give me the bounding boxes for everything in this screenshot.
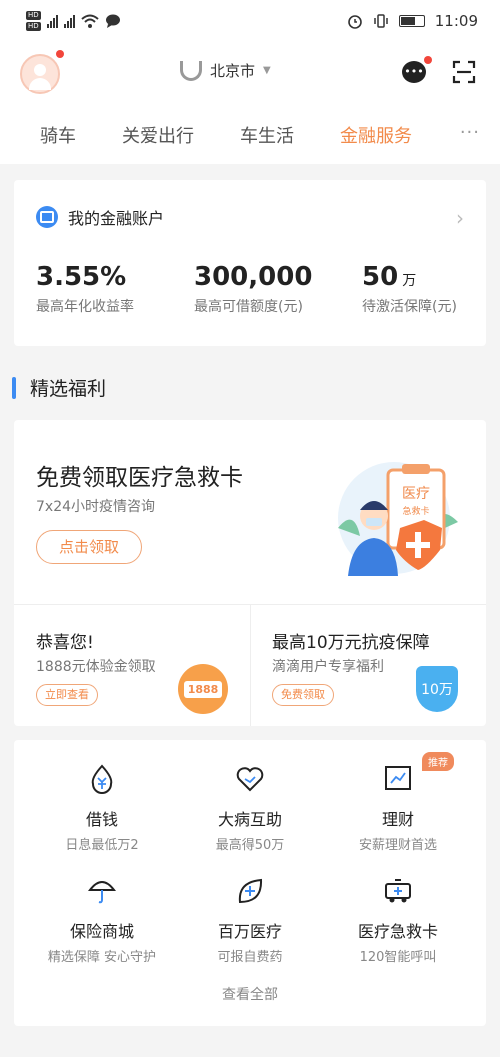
medical-card-illustration: 医疗 急救卡: [338, 462, 458, 576]
category-tabs: 骑车 关爱出行 车生活 金融服务 ···: [0, 106, 500, 164]
signal-icon: [46, 14, 58, 28]
avatar[interactable]: [20, 54, 60, 94]
hd-icons: HD HD: [26, 11, 41, 31]
stat-label: 待激活保障(元): [362, 299, 457, 315]
chat-notification-icon: [105, 14, 120, 28]
stat-value: 300,000: [194, 262, 313, 292]
app-header: 北京市 ▼ •••: [0, 42, 500, 106]
umbrella-icon: [87, 881, 117, 904]
message-notification-dot: [424, 56, 432, 64]
more-icon[interactable]: ···: [460, 122, 480, 143]
service-desc: 最高得50万: [215, 838, 285, 853]
welfare-card: 免费领取医疗急救卡 7x24小时疫情咨询 点击领取 医疗 急救卡 恭喜您! 18…: [14, 420, 486, 726]
service-insurance-mall[interactable]: 保险商城 精选保障 安心守护: [24, 876, 180, 965]
badge-label: 1888: [183, 680, 223, 698]
service-name: 医疗急救卡: [357, 922, 438, 941]
stat-credit: 300,000 最高可借额度(元): [194, 262, 312, 316]
tab-riding[interactable]: 骑车: [40, 122, 76, 148]
tab-finance[interactable]: 金融服务: [340, 122, 412, 148]
offer-title: 恭喜您!: [36, 633, 94, 653]
view-now-button[interactable]: 立即查看: [36, 684, 98, 706]
divider: [250, 604, 251, 726]
heart-hands-icon: [236, 767, 264, 792]
stat-value: 3.55%: [36, 262, 127, 292]
stat-value: 50: [362, 262, 399, 292]
stat-protection: 50 万 待激活保障(元): [362, 262, 457, 316]
battery-icon: [398, 15, 425, 27]
network-indicators: HD HD: [26, 11, 121, 31]
illustration-sublabel: 急救卡: [402, 505, 429, 516]
badge-label: 10万: [421, 682, 453, 698]
finance-account-card[interactable]: 我的金融账户 › 3.55% 最高年化收益率 300,000 最高可借额度(元)…: [14, 180, 486, 346]
scan-icon[interactable]: [452, 60, 476, 84]
tab-care-travel[interactable]: 关爱出行: [122, 122, 194, 148]
service-desc: 可报自费药: [217, 950, 283, 965]
signal-icon: [63, 14, 75, 28]
message-icon[interactable]: •••: [402, 61, 426, 83]
section-marker: [12, 376, 16, 399]
tab-car-life[interactable]: 车生活: [240, 122, 294, 148]
status-bar: HD HD 11:09: [0, 0, 500, 42]
city-selector[interactable]: 北京市 ▼: [180, 60, 271, 81]
stat-label: 最高年化收益率: [36, 299, 134, 315]
service-mutual-aid[interactable]: 大病互助 最高得50万: [172, 764, 328, 853]
welfare-main-subtitle: 7x24小时疫情咨询: [36, 499, 156, 515]
free-claim-button[interactable]: 免费领取: [272, 684, 334, 706]
service-name: 大病互助: [217, 810, 282, 829]
caret-down-icon: ▼: [263, 65, 271, 76]
ambulance-icon: [385, 879, 411, 903]
stat-unit: 万: [402, 273, 417, 289]
city-label: 北京市: [210, 62, 256, 80]
stat-label: 最高可借额度(元): [194, 299, 303, 315]
section-title-text: 精选福利: [30, 378, 107, 400]
money-drop-icon: [91, 764, 113, 794]
view-all-link[interactable]: 查看全部: [14, 984, 486, 1004]
offer-title: 最高10万元抗疫保障: [272, 633, 430, 653]
service-name: 百万医疗: [217, 922, 282, 941]
wifi-icon: [80, 14, 99, 28]
hd-label: HD: [26, 22, 41, 31]
claim-button[interactable]: 点击领取: [36, 530, 142, 564]
service-desc: 120智能呼叫: [359, 950, 437, 965]
service-desc: 精选保障 安心守护: [47, 950, 157, 965]
chart-trend-icon: [385, 766, 411, 790]
service-emergency-card[interactable]: 医疗急救卡 120智能呼叫: [320, 876, 476, 965]
illustration-label: 医疗: [402, 485, 430, 501]
wallet-icon: [36, 206, 58, 228]
service-name: 理财: [381, 810, 414, 829]
offer-subtitle: 1888元体验金领取: [36, 659, 156, 675]
stat-yield: 3.55% 最高年化收益率: [36, 262, 134, 316]
service-million-medical[interactable]: 百万医疗 可报自费药: [172, 876, 328, 965]
service-wealth[interactable]: 理财 安薪理财首选: [320, 764, 476, 853]
chevron-right-icon: ›: [456, 206, 464, 230]
service-borrow[interactable]: 借钱 日息最低万2: [24, 764, 180, 853]
service-desc: 日息最低万2: [65, 838, 139, 853]
shield-badge-icon: 10万: [416, 666, 458, 712]
service-name: 保险商城: [69, 922, 134, 941]
section-title: 精选福利: [12, 374, 106, 401]
offer-subtitle: 滴滴用户专享福利: [272, 659, 384, 675]
didi-logo-icon: [180, 60, 202, 81]
gold-badge-icon: 1888: [178, 664, 228, 714]
finance-services-grid: 推荐 借钱 日息最低万2 大病互助 最高得50万 理财 安薪理财首选 保险商城 …: [14, 740, 486, 1026]
service-desc: 安薪理财首选: [358, 838, 437, 853]
service-name: 借钱: [85, 810, 118, 829]
medical-leaf-icon: [238, 878, 263, 904]
welfare-main-title: 免费领取医疗急救卡: [36, 465, 243, 491]
clock: 11:09: [434, 12, 478, 30]
alarm-icon: [347, 15, 362, 29]
avatar-notification-dot: [56, 50, 64, 58]
account-title: 我的金融账户: [68, 209, 165, 228]
vibrate-icon: [374, 14, 388, 28]
hd-label: HD: [26, 11, 41, 20]
